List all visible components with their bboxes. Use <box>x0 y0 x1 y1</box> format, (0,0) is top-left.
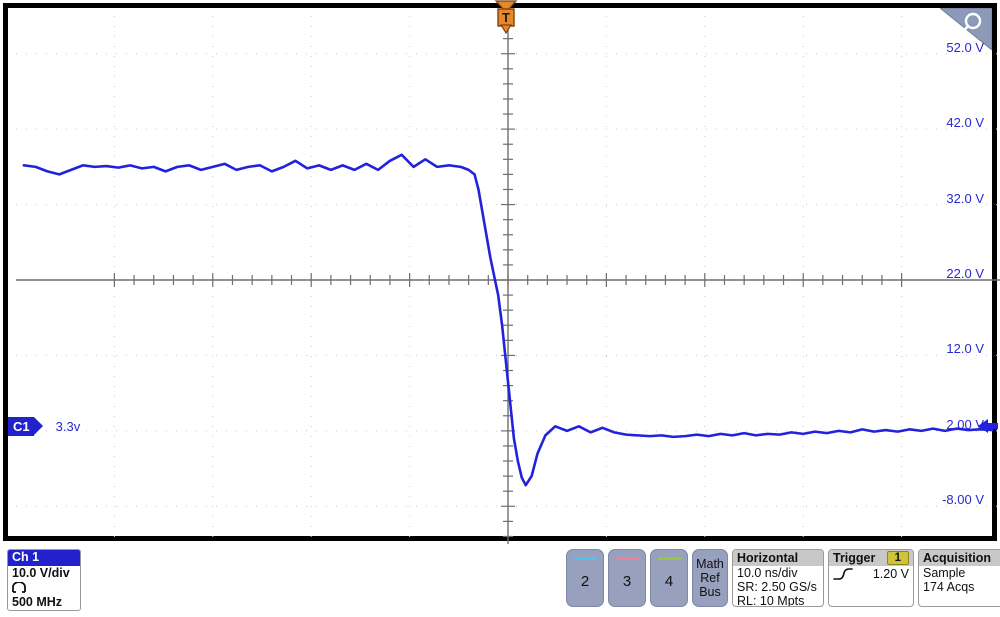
vertical-scale-label: 42.0 V <box>946 115 984 131</box>
channel-1-badge-title[interactable]: Ch 1 <box>8 550 80 566</box>
scope-screen: T C1 3.3v 52.0 V 42.0 V 32.0 V 22.0 V 12.0 V… <box>0 0 1000 545</box>
math-label: Math <box>696 557 724 571</box>
bottom-status-bar: Ch 1 10.0 V/div 500 MHz 2 3 4 Math Ref B… <box>0 545 1000 617</box>
channel-1-screen-marker[interactable]: C1 3.3v <box>8 415 80 437</box>
bus-label: Bus <box>699 585 721 599</box>
rising-edge-icon <box>833 568 853 580</box>
trigger-level-value: 1.20 V <box>872 567 909 581</box>
vertical-scale-label: 52.0 V <box>946 39 984 55</box>
acquisition-panel[interactable]: Acquisition Sample 174 Acqs <box>918 549 1000 607</box>
channel-2-button[interactable]: 2 <box>566 549 604 607</box>
bottom-right-controls: 2 3 4 Math Ref Bus Horizontal 10.0 ns/di… <box>566 549 1000 607</box>
trigger-position-marker[interactable]: T <box>493 0 519 35</box>
channel-1-marker-value: 3.3v <box>55 418 81 434</box>
trigger-marker-label: T <box>502 10 510 25</box>
channel-2-label: 2 <box>580 572 590 590</box>
channel-1-tag[interactable]: C1 <box>8 416 43 436</box>
trigger-panel-title: Trigger <box>833 551 876 565</box>
graticule-frame <box>3 3 1000 544</box>
channel-4-button[interactable]: 4 <box>650 549 688 607</box>
trigger-level-row: 1.20 V <box>829 566 913 581</box>
horizontal-panel[interactable]: Horizontal 10.0 ns/div SR: 2.50 GS/s RL:… <box>732 549 824 607</box>
channel-2-color-indicator <box>574 557 598 560</box>
trigger-arrow-bottom-icon <box>499 24 513 35</box>
channel-1-bandwidth: 500 MHz <box>12 595 63 609</box>
acquisition-count: 174 Acqs <box>923 580 975 594</box>
waveform-svg <box>16 16 1000 544</box>
horizontal-sample-rate: SR: 2.50 GS/s <box>737 580 817 594</box>
vertical-scale-label: 32.0 V <box>946 190 984 206</box>
horizontal-panel-title: Horizontal <box>733 550 823 566</box>
horizontal-time-per-div: 10.0 ns/div <box>737 566 798 580</box>
trigger-panel[interactable]: Trigger 1 1.20 V <box>828 549 914 607</box>
channel-3-color-indicator <box>616 557 640 560</box>
trigger-panel-header: Trigger 1 <box>829 550 913 566</box>
vertical-scale-label: 22.0 V <box>946 266 984 281</box>
channel-3-label: 3 <box>622 572 632 590</box>
ground-level-arrow[interactable] <box>976 417 998 440</box>
channel-1-settings-badge[interactable]: Ch 1 10.0 V/div 500 MHz <box>7 549 81 611</box>
grid-center-axes <box>16 16 1000 544</box>
trigger-source-badge[interactable]: 1 <box>886 551 909 565</box>
channel-3-button[interactable]: 3 <box>608 549 646 607</box>
channel-4-color-indicator <box>658 557 682 560</box>
acquisition-panel-title: Acquisition <box>919 550 1000 566</box>
vertical-scale-label: 12.0 V <box>946 341 984 357</box>
vertical-scale-label: -8.00 V <box>942 492 984 508</box>
horizontal-record-length: RL: 10 Mpts <box>737 594 805 607</box>
waveform-plot[interactable] <box>16 16 1000 544</box>
channel-1-vertical-scale: 10.0 V/div <box>12 566 70 580</box>
math-ref-bus-button[interactable]: Math Ref Bus <box>692 549 728 607</box>
acquisition-mode: Sample <box>923 566 966 580</box>
dc-coupling-icon <box>8 581 80 595</box>
ref-label: Ref <box>700 571 720 585</box>
channel-4-label: 4 <box>664 572 674 590</box>
